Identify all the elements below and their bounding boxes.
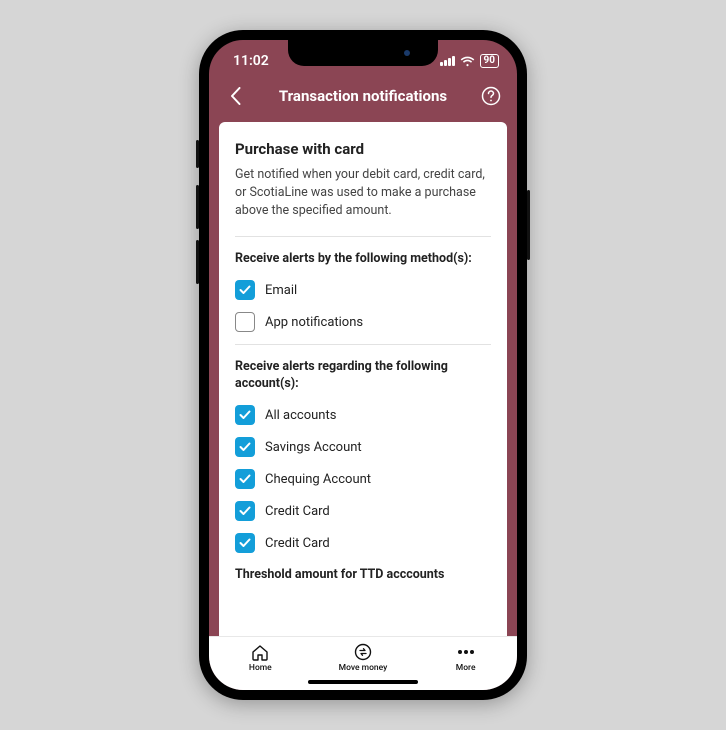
checkbox-email[interactable]: [235, 280, 255, 300]
nav-label: Move money: [339, 663, 388, 673]
account-label: Chequing Account: [265, 472, 371, 487]
nav-label: Home: [249, 663, 272, 673]
check-icon: [239, 285, 251, 295]
more-icon: [457, 643, 475, 661]
method-label: Email: [265, 283, 297, 298]
page-title: Transaction notifications: [279, 87, 447, 105]
account-label: Credit Card: [265, 536, 330, 551]
account-row[interactable]: Savings Account: [235, 437, 491, 457]
phone-frame: 11:02 90 Tr: [199, 30, 527, 700]
method-row-email[interactable]: Email: [235, 280, 491, 300]
account-label: All accounts: [265, 408, 336, 423]
phone-side-button: [196, 240, 199, 284]
nav-move-money[interactable]: Move money: [323, 643, 403, 673]
wifi-icon: [460, 56, 475, 67]
check-icon: [239, 410, 251, 420]
divider: [235, 236, 491, 237]
account-row[interactable]: Credit Card: [235, 501, 491, 521]
account-row[interactable]: Credit Card: [235, 533, 491, 553]
help-button[interactable]: [479, 84, 503, 108]
account-label: Savings Account: [265, 440, 362, 455]
account-row[interactable]: Chequing Account: [235, 469, 491, 489]
status-time: 11:02: [233, 53, 269, 69]
check-icon: [239, 538, 251, 548]
section-title: Purchase with card: [235, 140, 491, 158]
signal-icon: [440, 56, 455, 66]
check-icon: [239, 442, 251, 452]
section-description: Get notified when your debit card, credi…: [235, 166, 491, 220]
content-card: Purchase with card Get notified when you…: [219, 122, 507, 636]
checkbox-all-accounts[interactable]: [235, 405, 255, 425]
methods-heading: Receive alerts by the following method(s…: [235, 251, 491, 268]
account-label: Credit Card: [265, 504, 330, 519]
phone-side-button: [196, 140, 199, 168]
checkbox-savings[interactable]: [235, 437, 255, 457]
home-indicator[interactable]: [308, 680, 418, 684]
method-row-app[interactable]: App notifications: [235, 312, 491, 332]
phone-side-button: [196, 185, 199, 229]
phone-side-button: [527, 190, 530, 260]
home-icon: [251, 643, 269, 661]
back-button[interactable]: [223, 84, 247, 108]
nav-label: More: [456, 663, 476, 673]
chevron-left-icon: [230, 87, 241, 105]
camera-dot: [404, 50, 410, 56]
check-icon: [239, 474, 251, 484]
battery-level: 90: [484, 55, 495, 66]
checkbox-credit-card-1[interactable]: [235, 501, 255, 521]
checkbox-chequing[interactable]: [235, 469, 255, 489]
nav-bar: Transaction notifications: [209, 76, 517, 122]
notch: [288, 40, 438, 66]
accounts-heading: Receive alerts regarding the following a…: [235, 359, 491, 393]
nav-home[interactable]: Home: [220, 643, 300, 673]
nav-more[interactable]: More: [426, 643, 506, 673]
checkbox-app[interactable]: [235, 312, 255, 332]
divider: [235, 344, 491, 345]
status-right: 90: [440, 54, 499, 68]
account-row[interactable]: All accounts: [235, 405, 491, 425]
threshold-heading: Threshold amount for TTD acccounts: [235, 565, 491, 582]
transfer-icon: [354, 643, 372, 661]
checkbox-credit-card-2[interactable]: [235, 533, 255, 553]
help-icon: [481, 86, 501, 106]
battery-indicator: 90: [480, 54, 499, 68]
method-label: App notifications: [265, 315, 363, 330]
check-icon: [239, 506, 251, 516]
screen: 11:02 90 Tr: [209, 40, 517, 690]
